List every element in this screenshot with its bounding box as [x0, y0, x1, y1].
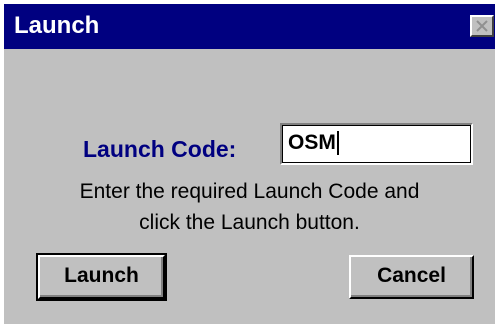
- instruction-line-2: click the Launch button.: [139, 211, 360, 234]
- window-title: Launch: [14, 12, 100, 39]
- instruction-line-1: Enter the required Launch Code and: [79, 180, 420, 203]
- text-caret: [336, 131, 339, 156]
- launch-dialog: Launch Launch Code: OSM Enter the requir…: [4, 4, 495, 324]
- launch-code-label: Launch Code:: [83, 136, 237, 162]
- cancel-button[interactable]: Cancel: [349, 255, 474, 299]
- launch-code-input[interactable]: OSM: [280, 123, 473, 165]
- title-bar[interactable]: Launch: [4, 4, 495, 49]
- instruction-text: Enter the required Launch Code and click…: [4, 176, 495, 238]
- close-button[interactable]: [470, 15, 494, 37]
- launch-button[interactable]: Launch: [36, 253, 167, 301]
- launch-code-value: OSM: [288, 131, 336, 154]
- close-x-icon: [476, 20, 488, 32]
